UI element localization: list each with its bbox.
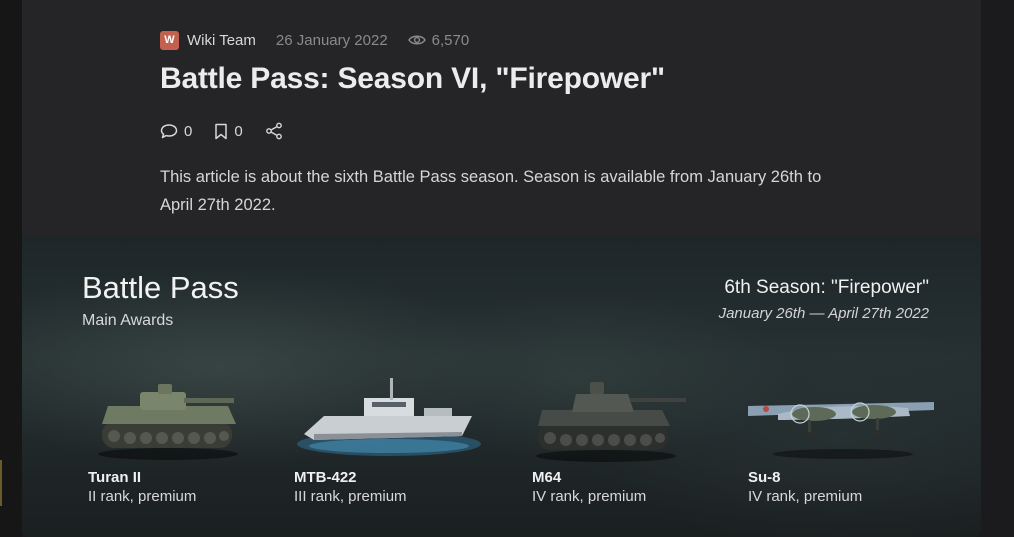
article-actions: 0 0 (160, 120, 283, 142)
award-name: Su-8 (748, 469, 781, 486)
award-name: Turan II (88, 469, 142, 486)
tank-icon (98, 384, 238, 460)
award-rank: IV rank, premium (748, 488, 863, 505)
award-item[interactable]: M64 IV rank, premium (532, 376, 732, 516)
aircraft-icon (748, 402, 934, 459)
battle-pass-banner: Battle Pass Main Awards 6th Season: "Fir… (22, 236, 981, 537)
eye-icon (407, 35, 426, 45)
views-count: 6,570 (407, 31, 470, 49)
banner-title: Battle Pass (82, 270, 239, 305)
award-name: MTB-422 (294, 469, 357, 486)
comments-button[interactable]: 0 (160, 123, 192, 140)
bookmarks-count: 0 (234, 122, 243, 140)
award-item[interactable]: Turan II II rank, premium (88, 376, 288, 516)
article-meta: W Wiki Team 26 January 2022 6,570 (160, 30, 469, 50)
right-edge (981, 0, 1014, 537)
edge-accent (0, 460, 2, 506)
award-item[interactable]: MTB-422 III rank, premium (294, 376, 494, 516)
page-title: Battle Pass: Season VI, "Firepower" (160, 62, 665, 95)
season-name: 6th Season: "Firepower" (724, 277, 929, 298)
award-rank: IV rank, premium (532, 488, 647, 505)
author-name[interactable]: Wiki Team (187, 32, 256, 49)
boat-icon (297, 378, 481, 456)
views-value: 6,570 (431, 31, 470, 49)
article-lead: This article is about the sixth Battle P… (160, 168, 822, 214)
article-card: W Wiki Team 26 January 2022 6,570 Battle… (22, 0, 981, 537)
award-item[interactable]: Su-8 IV rank, premium (748, 376, 948, 516)
season-dates: January 26th — April 27th 2022 (718, 305, 929, 322)
award-name: M64 (532, 469, 562, 486)
bookmark-button[interactable]: 0 (214, 122, 243, 140)
award-rank: III rank, premium (294, 488, 407, 505)
publish-date: 26 January 2022 (275, 31, 388, 49)
share-button[interactable] (265, 122, 283, 140)
tank-icon (536, 382, 686, 462)
share-icon (265, 122, 282, 140)
left-edge (0, 0, 22, 537)
bookmark-icon (215, 123, 228, 139)
comments-count: 0 (184, 122, 193, 140)
comment-icon (160, 124, 178, 139)
banner-subtitle: Main Awards (82, 312, 174, 329)
award-rank: II rank, premium (88, 488, 197, 505)
author-avatar[interactable]: W (160, 30, 179, 50)
